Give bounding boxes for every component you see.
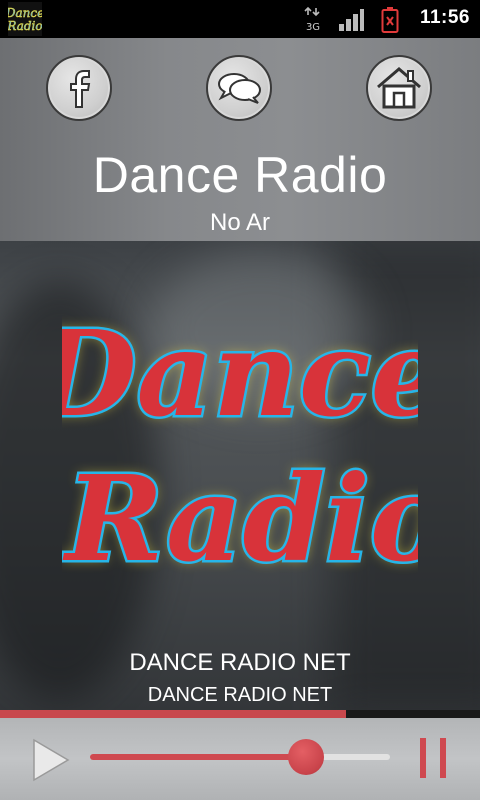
playback-progress[interactable]: [0, 710, 480, 718]
volume-slider-handle[interactable]: [288, 739, 324, 775]
play-icon[interactable]: [30, 738, 70, 782]
track-artist: DANCE RADIO NET: [129, 649, 351, 676]
track-title: DANCE RADIO NET: [147, 684, 333, 706]
chat-button[interactable]: [206, 55, 272, 121]
player-controls: [0, 718, 480, 800]
home-button[interactable]: [366, 55, 432, 121]
pause-bar: [420, 738, 426, 778]
facebook-icon: [70, 70, 91, 108]
svg-text:Radio: Radio: [8, 19, 42, 33]
battery-alert-icon: [381, 7, 399, 33]
network-3g-icon: 3G: [304, 6, 320, 32]
app-icon: Dance Radio: [8, 2, 42, 36]
station-title: Dance Radio: [92, 147, 388, 203]
svg-text:Dance: Dance: [62, 304, 418, 443]
pause-bar: [440, 738, 446, 778]
facebook-button[interactable]: [46, 55, 112, 121]
chat-bubbles-icon: [218, 73, 261, 104]
station-status: No Ar: [209, 209, 271, 236]
pause-icon[interactable]: [420, 738, 448, 778]
playback-progress-fill: [0, 710, 346, 718]
clock: 11:56: [419, 7, 470, 28]
svg-text:3G: 3G: [306, 22, 320, 32]
volume-slider-fill: [90, 754, 306, 760]
svg-text:Radio: Radio: [62, 449, 418, 588]
svg-text:Dance: Dance: [8, 6, 42, 20]
header: Dance Radio No Ar: [0, 38, 480, 241]
status-bar: Dance Radio 3G 11:56: [0, 0, 480, 38]
station-logo: Dance Dance Radio Radio: [62, 302, 418, 591]
volume-slider[interactable]: [90, 739, 390, 775]
album-artwork: Dance Dance Radio Radio DANCE RADIO NET …: [0, 241, 480, 710]
signal-icon: [339, 9, 364, 31]
home-icon: [377, 67, 421, 109]
